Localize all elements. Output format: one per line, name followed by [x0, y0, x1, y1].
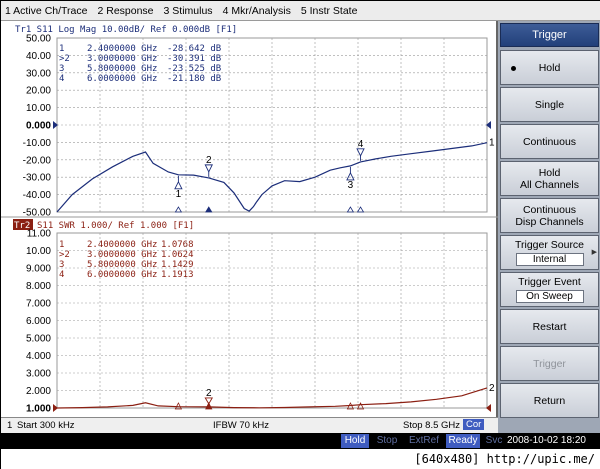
marker-triangle-icon — [174, 180, 183, 190]
trace1-marker-row: >2 3.0000000 GHz -30.391 dB — [59, 54, 221, 64]
start-frequency[interactable]: Start 300 kHz — [17, 420, 75, 431]
vna-window: 1 Active Ch/Trace 2 Response 3 Stimulus … — [0, 0, 600, 469]
stop-frequency[interactable]: Stop 8.5 GHz — [403, 420, 460, 431]
y-tick-label: 9.000 — [26, 264, 51, 275]
trace1-marker-row: 3 5.8000000 GHz -23.525 dB — [59, 64, 221, 74]
marker-number-label: 3 — [348, 180, 354, 191]
menu-mkr-analysis[interactable]: 4 Mkr/Analysis — [223, 5, 291, 17]
trigger-source-value: Internal — [515, 253, 584, 266]
marker-number-label: 1 — [176, 189, 182, 200]
continuous-button[interactable]: Continuous — [500, 124, 599, 159]
trace2-marker-row: >2 3.0000000 GHz 1.0624 — [59, 250, 194, 260]
softkey-panel: Trigger Hold Single Continuous Hold All C… — [498, 21, 600, 433]
y-tick-label: -40.00 — [23, 190, 52, 201]
trigger-event-value: On Sweep — [515, 290, 584, 303]
y-tick-label: 20.00 — [26, 86, 51, 97]
trace2-marker-table: 1 2.4000000 GHz 1.0768 >2 3.0000000 GHz 1.06… — [59, 240, 194, 280]
y-tick-label: 4.000 — [26, 351, 51, 362]
restart-button[interactable]: Restart — [500, 309, 599, 344]
y-tick-label: -30.00 — [23, 173, 52, 184]
trace1-marker-table: 1 2.4000000 GHz -28.642 dB >2 3.0000000 GHz… — [59, 44, 221, 84]
marker-number-label: 2 — [206, 155, 212, 166]
trigger-button: Trigger — [500, 346, 599, 381]
marker-triangle-icon — [204, 164, 213, 173]
status-ready: Ready — [446, 434, 480, 448]
y-tick-label: 6.000 — [26, 316, 51, 327]
trace2-header[interactable]: S11 SWR 1.000/ Ref 1.000 [F1] — [37, 221, 194, 231]
trace2-marker-row: 4 6.0000000 GHz 1.1913 — [59, 270, 194, 280]
trace1-marker-row: 1 2.4000000 GHz -28.642 dB — [59, 44, 221, 54]
trace-end-label: 1 — [489, 138, 495, 149]
y-tick-label: 3.000 — [26, 369, 51, 380]
y-tick-label: 8.000 — [26, 281, 51, 292]
y-tick-label: 40.00 — [26, 51, 51, 62]
y-tick-label: -10.00 — [23, 138, 52, 149]
y-tick-label: 10.00 — [26, 103, 51, 114]
continuous-disp-channels-button[interactable]: Continuous Disp Channels — [500, 198, 599, 233]
status-stop: Stop — [376, 435, 398, 446]
cor-indicator: Cor — [463, 419, 485, 430]
frequency-bar: 1 Start 300 kHz IFBW 70 kHz Stop 8.5 GHz… — [1, 417, 498, 433]
y-tick-label: -50.00 — [23, 208, 52, 219]
chart-area: Tr1 S11 Log Mag 10.00dB/ Ref 0.000dB [F1… — [1, 21, 498, 417]
status-bar: Hold Stop ExtRef Ready Svc 2008-10-02 18… — [1, 433, 600, 449]
hold-all-channels-button[interactable]: Hold All Channels — [500, 161, 599, 196]
y-tick-label: 0.000 — [26, 121, 51, 132]
y-tick-label: 5.000 — [26, 334, 51, 345]
y-tick-label: 7.000 — [26, 299, 51, 310]
y-tick-label: -20.00 — [23, 155, 52, 166]
single-button[interactable]: Single — [500, 87, 599, 122]
stimulus-marker-icon — [205, 206, 213, 213]
trace2-marker-row: 1 2.4000000 GHz 1.0768 — [59, 240, 194, 250]
y-tick-label: 1.000 — [26, 404, 51, 415]
stimulus-marker-icon — [356, 206, 365, 213]
status-svc: Svc — [485, 435, 503, 446]
y-tick-label: 11.00 — [27, 229, 52, 240]
marker-number-label: 4 — [358, 139, 364, 150]
caption-text: [640x480] http://upic.me/ — [414, 452, 595, 466]
trace2-marker-row: 3 5.8000000 GHz 1.1429 — [59, 260, 194, 270]
image-caption: [640x480] http://upic.me/ — [1, 449, 600, 469]
status-hold: Hold — [341, 434, 369, 448]
ifbw-value[interactable]: IFBW 70 kHz — [213, 420, 269, 431]
channel-number[interactable]: 1 — [7, 420, 12, 431]
stimulus-marker-icon — [346, 206, 355, 213]
trace-end-label: 2 — [489, 383, 495, 394]
marker-number-label: 2 — [206, 388, 212, 399]
return-button[interactable]: Return — [500, 383, 599, 418]
y-tick-label: 2.000 — [26, 386, 51, 397]
softkey-menu-title: Trigger — [500, 23, 599, 47]
stimulus-marker-icon — [205, 402, 213, 410]
trace2-plot: 22 — [56, 383, 495, 410]
menu-stimulus[interactable]: 3 Stimulus — [164, 5, 213, 17]
hold-button[interactable]: Hold — [500, 50, 599, 85]
submenu-arrow-icon: ▶ — [591, 248, 597, 256]
menu-instr-state[interactable]: 5 Instr State — [301, 5, 358, 17]
y-tick-label: 50.00 — [26, 34, 51, 45]
stimulus-marker-icon — [174, 206, 183, 213]
trigger-event-button[interactable]: Trigger Event On Sweep — [500, 272, 599, 307]
trigger-source-button[interactable]: Trigger Source Internal ▶ — [500, 235, 599, 270]
menu-active-ch-trace[interactable]: 1 Active Ch/Trace — [5, 5, 87, 17]
status-extref: ExtRef — [408, 435, 439, 446]
status-datetime: 2008-10-02 18:20 — [507, 435, 586, 446]
trace1-marker-row: 4 6.0000000 GHz -21.180 dB — [59, 74, 221, 84]
y-tick-label: 30.00 — [26, 68, 51, 79]
selected-dot-icon — [511, 65, 516, 71]
y-tick-label: 10.00 — [26, 246, 51, 257]
marker-triangle-icon — [346, 171, 355, 181]
menu-bar: 1 Active Ch/Trace 2 Response 3 Stimulus … — [1, 1, 600, 21]
trace1-plot: 1 2 3 4 1 — [56, 138, 495, 213]
menu-response[interactable]: 2 Response — [97, 5, 153, 17]
chart-canvas: Tr1 S11 Log Mag 10.00dB/ Ref 0.000dB [F1… — [1, 25, 498, 415]
